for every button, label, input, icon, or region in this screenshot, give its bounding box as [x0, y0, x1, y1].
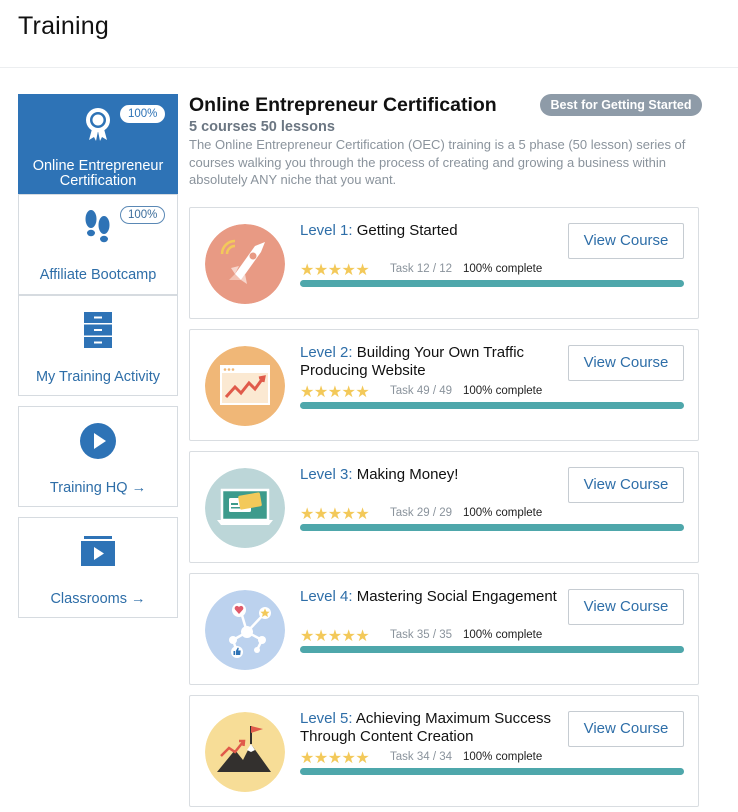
- footprints-icon: [83, 209, 113, 250]
- task-count: Task 34 / 34: [390, 751, 453, 763]
- view-course-button[interactable]: View Course: [568, 345, 684, 381]
- progress-fill: [300, 524, 684, 531]
- page-title: Training: [18, 12, 109, 40]
- level-name: Mastering Social Engagement: [356, 588, 557, 605]
- social-network-icon: [205, 590, 285, 670]
- level-number: Level 3:: [300, 466, 353, 483]
- course-card-level-1: Level 1: Getting Started ★★★★★ Task 12 /…: [189, 207, 699, 319]
- level-title: Level 5: Achieving Maximum Success Throu…: [300, 710, 565, 746]
- completion-text: 100% complete: [463, 507, 543, 519]
- level-number: Level 5:: [300, 710, 353, 727]
- certification-subtitle: 5 courses 50 lessons: [189, 119, 335, 135]
- level-name: Making Money!: [356, 466, 459, 483]
- play-circle-icon: [80, 423, 116, 464]
- completion-text: 100% complete: [463, 263, 543, 275]
- view-course-button[interactable]: View Course: [568, 223, 684, 259]
- sidebar-item-online-entrepreneur-certification[interactable]: 100% Online Entrepreneur Certification: [18, 94, 178, 194]
- progress-bar: [300, 524, 684, 531]
- completion-text: 100% complete: [463, 385, 543, 397]
- mountain-flag-icon: [205, 712, 285, 792]
- course-card-level-5: Level 5: Achieving Maximum Success Throu…: [189, 695, 699, 807]
- level-title: Level 3: Making Money!: [300, 466, 565, 484]
- page-header: Training: [0, 0, 738, 68]
- video-classroom-icon: [81, 536, 115, 571]
- completion-text: 100% complete: [463, 751, 543, 763]
- star-rating: ★★★★★: [300, 506, 370, 523]
- course-card-level-4: Level 4: Mastering Social Engagement ★★★…: [189, 573, 699, 685]
- sidebar-item-label: Classrooms →: [50, 591, 146, 607]
- completion-badge: 100%: [120, 105, 166, 123]
- view-course-button[interactable]: View Course: [568, 711, 684, 747]
- sidebar-item-label: Online Entrepreneur Certification: [32, 158, 164, 189]
- star-rating: ★★★★★: [300, 750, 370, 767]
- level-title: Level 2: Building Your Own Traffic Produ…: [300, 344, 565, 380]
- level-name: Getting Started: [356, 222, 458, 239]
- level-number: Level 1:: [300, 222, 353, 239]
- level-title: Level 1: Getting Started: [300, 222, 565, 240]
- website-growth-icon: [205, 346, 285, 426]
- certification-description: The Online Entrepreneur Certification (O…: [189, 137, 686, 187]
- course-card-level-3: Level 3: Making Money! ★★★★★ Task 29 / 2…: [189, 451, 699, 563]
- task-count: Task 35 / 35: [390, 629, 453, 641]
- task-count: Task 29 / 29: [390, 507, 453, 519]
- progress-bar: [300, 280, 684, 287]
- certification-title: Online Entrepreneur Certification: [189, 94, 497, 116]
- sidebar-item-my-training-activity[interactable]: My Training Activity: [18, 295, 178, 396]
- progress-fill: [300, 402, 684, 409]
- level-number: Level 2:: [300, 344, 353, 361]
- progress-fill: [300, 646, 684, 653]
- completion-text: 100% complete: [463, 629, 543, 641]
- sidebar-item-training-hq[interactable]: Training HQ →: [18, 406, 178, 507]
- award-ribbon-icon: [83, 107, 113, 146]
- progress-fill: [300, 280, 684, 287]
- filing-cabinet-icon: [84, 312, 112, 353]
- view-course-button[interactable]: View Course: [568, 467, 684, 503]
- progress-bar: [300, 646, 684, 653]
- best-for-badge: Best for Getting Started: [540, 94, 702, 116]
- sidebar-item-label: Affiliate Bootcamp: [39, 267, 157, 283]
- view-course-button[interactable]: View Course: [568, 589, 684, 625]
- star-rating: ★★★★★: [300, 262, 370, 279]
- sidebar-item-label: Training HQ →: [49, 480, 147, 496]
- progress-fill: [300, 768, 684, 775]
- progress-bar: [300, 402, 684, 409]
- laptop-payment-icon: [205, 468, 285, 548]
- course-card-level-2: Level 2: Building Your Own Traffic Produ…: [189, 329, 699, 441]
- level-number: Level 4:: [300, 588, 353, 605]
- task-count: Task 49 / 49: [390, 385, 453, 397]
- sidebar-item-classrooms[interactable]: Classrooms →: [18, 517, 178, 618]
- level-title: Level 4: Mastering Social Engagement: [300, 588, 565, 606]
- task-count: Task 12 / 12: [390, 263, 453, 275]
- progress-bar: [300, 768, 684, 775]
- rocket-icon: [205, 224, 285, 304]
- star-rating: ★★★★★: [300, 384, 370, 401]
- completion-badge: 100%: [120, 206, 166, 224]
- star-rating: ★★★★★: [300, 628, 370, 645]
- sidebar-item-affiliate-bootcamp[interactable]: 100% Affiliate Bootcamp: [18, 194, 178, 295]
- sidebar-item-label: My Training Activity: [35, 369, 161, 385]
